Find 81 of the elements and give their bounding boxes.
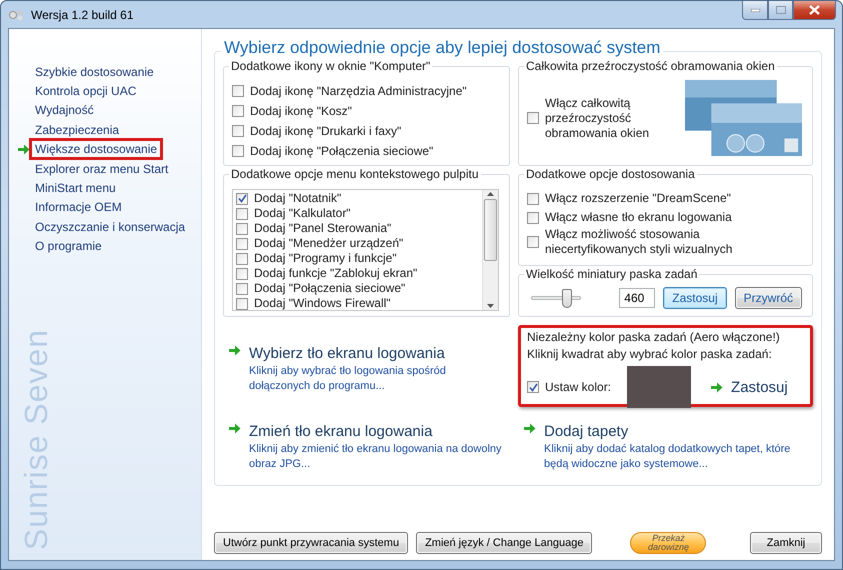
donate-button[interactable]: Przekaż darowiznę — [630, 532, 706, 554]
group-title: Całkowita przeźroczystość obramowania okien — [524, 59, 777, 73]
checkbox[interactable] — [232, 145, 244, 157]
checkbox[interactable] — [527, 112, 539, 124]
option-label: Dodaj ikonę "Drukarki i faxy" — [250, 124, 402, 138]
option-label: Dodaj "Połączenia sieciowe" — [254, 281, 406, 296]
group-title: Niezależny kolor paska zadań (Aero włączone!) — [527, 330, 781, 345]
arrow-icon — [711, 382, 724, 392]
link-title[interactable]: Zmień tło ekranu logowania — [249, 423, 510, 440]
option-label: Dodaj "Menedżer urządzeń" — [254, 236, 404, 251]
option-label: Ustaw kolor: — [545, 380, 612, 394]
arrow-icon — [524, 423, 536, 434]
option-label: Dodaj funkcje "Zablokuj ekran" — [254, 266, 418, 281]
group-title: Dodatkowe ikony w oknie "Komputer" — [229, 59, 432, 73]
checkbox[interactable] — [236, 192, 248, 204]
option-label: Włącz całkowitą przeźroczystość obramowania okien — [545, 96, 650, 140]
group-title: Wielkość miniatury paska zadań — [524, 267, 700, 281]
checkbox[interactable] — [232, 125, 244, 137]
link-title[interactable]: Wybierz tło ekranu logowania — [249, 345, 510, 362]
scroll-up-icon[interactable] — [487, 192, 494, 196]
scroll-down-icon[interactable] — [487, 304, 494, 308]
checkbox[interactable] — [232, 105, 244, 117]
group-button[interactable]: Zastosuj — [663, 287, 727, 309]
checkbox[interactable] — [527, 381, 539, 393]
slider-thumb[interactable] — [562, 288, 572, 308]
arrow-icon — [229, 345, 241, 356]
sidebar-item[interactable]: O programie — [29, 235, 108, 258]
sidebar-item[interactable]: Zabezpieczenia — [29, 118, 126, 141]
group-button[interactable]: Przywróć — [734, 287, 802, 309]
close-icon — [809, 5, 820, 15]
checkbox[interactable] — [236, 282, 248, 294]
minimize-icon — [750, 8, 760, 12]
checkbox[interactable] — [236, 252, 248, 264]
link-description: Kliknij aby wybrać tło logowania spośród dołączonych do programu... — [249, 364, 447, 394]
size-input[interactable]: 460 — [619, 288, 656, 308]
footer-button[interactable]: Zamknij — [750, 532, 822, 554]
sidebar-item[interactable]: Większe dostosowanie — [29, 138, 164, 160]
group-title: Dodatkowe opcje menu kontekstowego pulpitu — [229, 167, 480, 181]
option-label: Włącz rozszerzenie "DreamScene" — [545, 191, 731, 206]
option-label: Dodaj ikonę "Narzędzia Administracyjne" — [250, 84, 467, 98]
hint-text: Kliknij kwadrat aby wybrać kolor paska zadań: — [527, 347, 773, 362]
link-description: Kliknij aby dodać katalog dodatkowych tapet, które będą widoczne jako systemowe... — [544, 442, 792, 472]
link-title[interactable]: Dodaj tapety — [544, 423, 813, 440]
footer-button[interactable]: Utwórz punkt przywracania systemu — [214, 532, 408, 554]
checkbox[interactable] — [236, 222, 248, 234]
group-title: Dodatkowe opcje dostosowania — [524, 167, 697, 181]
page-heading: Wybierz odpowiednie opcje aby lepiej dostosować system — [221, 38, 664, 58]
sidebar-item[interactable]: Explorer oraz menu Start — [29, 158, 174, 180]
option-label: Dodaj ikonę "Połączenia sieciowe" — [250, 144, 434, 158]
checkbox[interactable] — [527, 212, 539, 224]
option-label: Włącz własne tło ekranu logowania — [545, 210, 732, 225]
sidebar-item[interactable]: Oczyszczanie i konserwacja — [29, 216, 192, 238]
checkbox[interactable] — [527, 236, 539, 248]
option-label: Dodaj "Kalkulator" — [254, 206, 351, 221]
option-label: Dodaj "Windows Firewall" — [254, 296, 391, 311]
checkbox[interactable] — [527, 192, 539, 204]
color-swatch[interactable] — [627, 366, 692, 408]
option-label: Włącz możliwość stosowania niecertyfikowanych styli wizualnych — [545, 227, 734, 257]
option-label: Dodaj ikonę "Kosz" — [250, 104, 352, 118]
checkbox[interactable] — [236, 268, 248, 280]
apply-link[interactable]: Zastosuj — [711, 378, 788, 396]
option-label: Dodaj "Notatnik" — [254, 191, 342, 206]
checkbox[interactable] — [236, 238, 248, 250]
checkbox[interactable] — [236, 298, 248, 310]
footer-button[interactable]: Zmień język / Change Language — [416, 532, 592, 554]
maximize-button[interactable] — [768, 1, 793, 20]
sidebar-item[interactable]: Szybkie dostosowanie — [29, 60, 160, 83]
window-title: Wersja 1.2 build 61 — [31, 8, 135, 22]
slider-track[interactable] — [531, 288, 582, 308]
app-icon — [9, 8, 25, 20]
option-label: Dodaj "Panel Sterowania" — [254, 221, 392, 236]
arrow-icon — [18, 144, 30, 155]
checkbox[interactable] — [236, 208, 248, 220]
option-label: Dodaj "Programy i funkcje" — [254, 251, 397, 266]
minimize-button[interactable] — [742, 1, 768, 20]
close-button[interactable] — [793, 1, 836, 20]
maximize-icon — [776, 6, 786, 14]
checkbox[interactable] — [232, 85, 244, 97]
arrow-icon — [229, 423, 241, 434]
link-description: Kliknij aby zmienić tło ekranu logowania na dowolny obraz JPG... — [249, 442, 503, 472]
scrollbar[interactable] — [482, 190, 498, 310]
